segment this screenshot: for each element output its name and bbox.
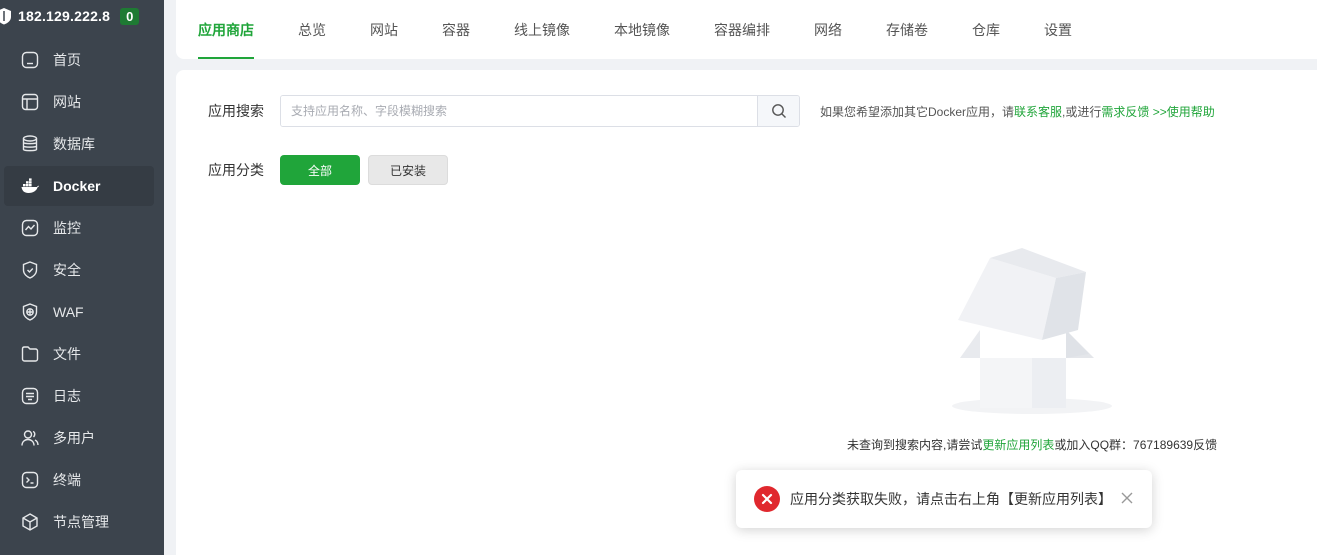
sidebar-item-label: 安全 <box>53 262 81 278</box>
sidebar-item-label: 首页 <box>53 52 81 68</box>
sidebar-item-label: 多用户 <box>53 430 95 446</box>
tab-online-images[interactable]: 线上镜像 <box>514 0 570 59</box>
tab-containers[interactable]: 容器 <box>442 0 470 59</box>
sidebar-item-label: 节点管理 <box>53 514 109 530</box>
tab-registry[interactable]: 仓库 <box>972 0 1000 59</box>
tab-overview[interactable]: 总览 <box>298 0 326 59</box>
sidebar: 182.129.222.8 0 首页 网站 数据库 Docker 监控 安全 W… <box>0 0 164 555</box>
sidebar-item-label: 文件 <box>53 346 81 362</box>
sidebar-item-label: 日志 <box>53 388 81 404</box>
users-icon <box>21 430 39 446</box>
search-button[interactable] <box>757 96 799 126</box>
sidebar-item-files[interactable]: 文件 <box>4 334 154 374</box>
sidebar-item-users[interactable]: 多用户 <box>4 418 154 458</box>
tab-settings[interactable]: 设置 <box>1044 0 1072 59</box>
sidebar-item-security[interactable]: 安全 <box>4 250 154 290</box>
sidebar-item-logs[interactable]: 日志 <box>4 376 154 416</box>
search-icon <box>771 104 786 118</box>
server-shield-icon <box>0 8 11 25</box>
sidebar-item-database[interactable]: 数据库 <box>4 124 154 164</box>
tab-network[interactable]: 网络 <box>814 0 842 59</box>
help-hint: 如果您希望添加其它Docker应用，请联系客服,或进行需求反馈 >>使用帮助 <box>820 103 1215 120</box>
sidebar-item-label: Docker <box>53 178 101 194</box>
toast-message: 应用分类获取失败，请点击右上角【更新应用列表】 <box>790 491 1112 507</box>
sidebar-item-waf[interactable]: WAF <box>4 292 154 332</box>
search-input[interactable] <box>281 96 757 126</box>
category-all-button[interactable]: 全部 <box>280 155 360 185</box>
empty-message: 未查询到搜索内容,请尝试更新应用列表或加入QQ群：767189639反馈 <box>847 436 1217 453</box>
empty-text: 或加入QQ群：767189639反馈 <box>1054 438 1218 452</box>
tab-local-images[interactable]: 本地镜像 <box>614 0 670 59</box>
error-toast: 应用分类获取失败，请点击右上角【更新应用列表】 <box>736 470 1152 528</box>
search-label: 应用搜索 <box>208 103 264 119</box>
top-tabs: 应用商店 总览 网站 容器 线上镜像 本地镜像 容器编排 网络 存储卷 仓库 设… <box>176 0 1317 59</box>
terminal-icon <box>21 471 39 489</box>
search-row: 应用搜索 如果您希望添加其它Docker应用，请联系客服,或进行需求反馈 >>使… <box>208 95 1215 127</box>
close-icon[interactable] <box>1120 491 1134 505</box>
website-icon <box>21 93 39 111</box>
sidebar-menu: 首页 网站 数据库 Docker 监控 安全 WAF 文件 日志 多用户 终端 … <box>0 40 164 542</box>
sidebar-item-label: 网站 <box>53 94 81 110</box>
folder-icon <box>21 346 39 362</box>
database-icon <box>22 135 38 152</box>
error-icon <box>754 486 780 512</box>
server-header: 182.129.222.8 0 <box>0 0 164 32</box>
sidebar-item-label: 监控 <box>53 220 81 236</box>
tab-website[interactable]: 网站 <box>370 0 398 59</box>
search-box <box>280 95 800 127</box>
tab-volumes[interactable]: 存储卷 <box>886 0 928 59</box>
category-label: 应用分类 <box>208 162 264 178</box>
category-installed-button[interactable]: 已安装 <box>368 155 448 185</box>
tab-app-store[interactable]: 应用商店 <box>198 0 254 59</box>
sidebar-item-website[interactable]: 网站 <box>4 82 154 122</box>
empty-text: 未查询到搜索内容,请尝试 <box>847 438 983 452</box>
docker-icon <box>21 178 39 193</box>
sidebar-item-home[interactable]: 首页 <box>4 40 154 80</box>
contact-support-link[interactable]: 联系客服 <box>1014 105 1062 119</box>
waf-icon <box>22 303 38 321</box>
sidebar-item-label: 数据库 <box>53 136 95 152</box>
status-badge[interactable]: 0 <box>120 7 140 25</box>
help-link[interactable]: >>使用帮助 <box>1153 105 1215 119</box>
shield-icon <box>22 261 38 279</box>
sidebar-item-nodes[interactable]: 节点管理 <box>4 502 154 542</box>
tab-compose[interactable]: 容器编排 <box>714 0 770 59</box>
sidebar-item-label: WAF <box>53 304 84 320</box>
sidebar-item-terminal[interactable]: 终端 <box>4 460 154 500</box>
sidebar-item-docker[interactable]: Docker <box>4 166 154 206</box>
hint-text: ,或进行 <box>1062 104 1102 119</box>
sidebar-item-label: 终端 <box>53 472 81 488</box>
monitor-icon <box>21 219 39 237</box>
sidebar-item-monitor[interactable]: 监控 <box>4 208 154 248</box>
hint-text: 如果您希望添加其它Docker应用，请 <box>820 104 1015 119</box>
empty-box-icon <box>952 248 1112 414</box>
log-icon <box>21 387 39 405</box>
category-row: 应用分类 全部 已安装 <box>208 155 456 185</box>
home-icon <box>21 51 39 69</box>
node-icon <box>22 513 38 531</box>
update-app-list-link[interactable]: 更新应用列表 <box>982 438 1054 452</box>
server-ip[interactable]: 182.129.222.8 <box>18 8 110 24</box>
feedback-link[interactable]: 需求反馈 <box>1101 105 1149 119</box>
